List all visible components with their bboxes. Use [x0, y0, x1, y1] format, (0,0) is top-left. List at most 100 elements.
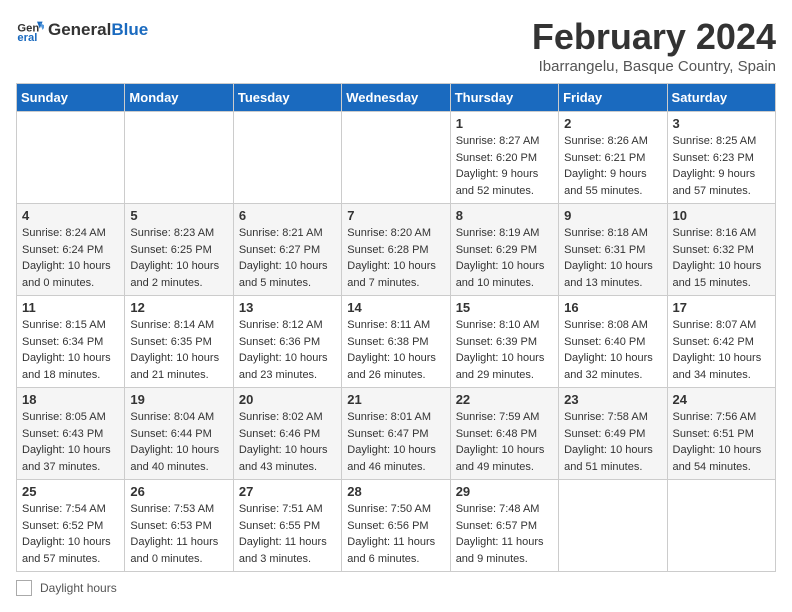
day-number: 13 [239, 300, 336, 315]
week-row-2: 4Sunrise: 8:24 AM Sunset: 6:24 PM Daylig… [17, 204, 776, 296]
day-cell: 25 Sunrise: 7:54 AM Sunset: 6:52 PM Dayli… [17, 480, 125, 572]
header-cell-thursday: Thursday [450, 84, 558, 112]
day-cell: 11 Sunrise: 8:15 AM Sunset: 6:34 PM Dayli… [17, 296, 125, 388]
day-number: 23 [564, 392, 661, 407]
day-cell: 20Sunrise: 8:02 AM Sunset: 6:46 PM Dayli… [233, 388, 341, 480]
day-info: Sunrise: 8:02 AM Sunset: 6:46 PM Dayligh… [239, 409, 336, 475]
day-cell [125, 112, 233, 204]
day-cell: 28Sunrise: 7:50 AM Sunset: 6:56 PM Dayli… [342, 480, 450, 572]
day-cell: 9 Sunrise: 8:18 AM Sunset: 6:31 PM Daylig… [559, 204, 667, 296]
day-number: 17 [673, 300, 770, 315]
footer: Daylight hours [16, 580, 776, 596]
day-info: Sunrise: 8:01 AM Sunset: 6:47 PM Dayligh… [347, 409, 444, 475]
header-cell-wednesday: Wednesday [342, 84, 450, 112]
day-cell: 12 Sunrise: 8:14 AM Sunset: 6:35 PM Dayli… [125, 296, 233, 388]
day-info: Sunrise: 8:16 AM Sunset: 6:32 PM Dayligh… [673, 225, 770, 291]
day-cell: 24Sunrise: 7:56 AM Sunset: 6:51 PM Dayli… [667, 388, 775, 480]
day-cell: 21 Sunrise: 8:01 AM Sunset: 6:47 PM Dayli… [342, 388, 450, 480]
day-number: 1 [456, 116, 553, 131]
day-number: 25 [22, 484, 119, 499]
day-cell: 2 Sunrise: 8:26 AM Sunset: 6:21 PM Daylig… [559, 112, 667, 204]
title-area: February 2024 Ibarrangelu, Basque Countr… [532, 16, 776, 75]
day-info: Sunrise: 8:08 AM Sunset: 6:40 PM Dayligh… [564, 317, 661, 383]
calendar-table: SundayMondayTuesdayWednesdayThursdayFrid… [16, 83, 776, 572]
day-info: Sunrise: 7:56 AM Sunset: 6:51 PM Dayligh… [673, 409, 770, 475]
calendar-header: SundayMondayTuesdayWednesdayThursdayFrid… [17, 84, 776, 112]
day-info: Sunrise: 8:21 AM Sunset: 6:27 PM Dayligh… [239, 225, 336, 291]
header-cell-sunday: Sunday [17, 84, 125, 112]
daylight-box-icon [16, 580, 32, 596]
day-info: Sunrise: 7:54 AM Sunset: 6:52 PM Dayligh… [22, 501, 119, 567]
logo-icon: Gen eral [16, 16, 44, 44]
day-cell: 3 Sunrise: 8:25 AM Sunset: 6:23 PM Daylig… [667, 112, 775, 204]
day-info: Sunrise: 8:24 AM Sunset: 6:24 PM Dayligh… [22, 225, 119, 291]
week-row-5: 25 Sunrise: 7:54 AM Sunset: 6:52 PM Dayli… [17, 480, 776, 572]
day-info: Sunrise: 8:19 AM Sunset: 6:29 PM Dayligh… [456, 225, 553, 291]
day-info: Sunrise: 7:48 AM Sunset: 6:57 PM Dayligh… [456, 501, 553, 567]
day-number: 6 [239, 208, 336, 223]
day-number: 29 [456, 484, 553, 499]
day-info: Sunrise: 8:11 AM Sunset: 6:38 PM Dayligh… [347, 317, 444, 383]
day-number: 22 [456, 392, 553, 407]
day-info: Sunrise: 8:10 AM Sunset: 6:39 PM Dayligh… [456, 317, 553, 383]
daylight-label: Daylight hours [40, 581, 117, 595]
day-number: 2 [564, 116, 661, 131]
day-number: 21 [347, 392, 444, 407]
header-cell-tuesday: Tuesday [233, 84, 341, 112]
day-number: 12 [130, 300, 227, 315]
day-cell: 23 Sunrise: 7:58 AM Sunset: 6:49 PM Dayli… [559, 388, 667, 480]
day-cell: 26Sunrise: 7:53 AM Sunset: 6:53 PM Dayli… [125, 480, 233, 572]
day-info: Sunrise: 8:14 AM Sunset: 6:35 PM Dayligh… [130, 317, 227, 383]
day-number: 3 [673, 116, 770, 131]
day-info: Sunrise: 8:25 AM Sunset: 6:23 PM Dayligh… [673, 133, 770, 199]
day-info: Sunrise: 8:27 AM Sunset: 6:20 PM Dayligh… [456, 133, 553, 199]
week-row-1: 1 Sunrise: 8:27 AM Sunset: 6:20 PM Daylig… [17, 112, 776, 204]
page-subtitle: Ibarrangelu, Basque Country, Spain [532, 58, 776, 75]
day-number: 8 [456, 208, 553, 223]
day-info: Sunrise: 8:18 AM Sunset: 6:31 PM Dayligh… [564, 225, 661, 291]
day-info: Sunrise: 7:51 AM Sunset: 6:55 PM Dayligh… [239, 501, 336, 567]
day-info: Sunrise: 8:26 AM Sunset: 6:21 PM Dayligh… [564, 133, 661, 199]
day-number: 7 [347, 208, 444, 223]
svg-text:eral: eral [17, 32, 37, 44]
day-cell [342, 112, 450, 204]
day-cell: 18 Sunrise: 8:05 AM Sunset: 6:43 PM Dayli… [17, 388, 125, 480]
day-cell: 8 Sunrise: 8:19 AM Sunset: 6:29 PM Daylig… [450, 204, 558, 296]
day-cell: 22 Sunrise: 7:59 AM Sunset: 6:48 PM Dayli… [450, 388, 558, 480]
day-cell: 1 Sunrise: 8:27 AM Sunset: 6:20 PM Daylig… [450, 112, 558, 204]
day-info: Sunrise: 7:59 AM Sunset: 6:48 PM Dayligh… [456, 409, 553, 475]
day-number: 19 [130, 392, 227, 407]
day-number: 15 [456, 300, 553, 315]
day-cell: 5 Sunrise: 8:23 AM Sunset: 6:25 PM Daylig… [125, 204, 233, 296]
day-number: 26 [130, 484, 227, 499]
day-cell: 13 Sunrise: 8:12 AM Sunset: 6:36 PM Dayli… [233, 296, 341, 388]
day-number: 18 [22, 392, 119, 407]
day-cell [559, 480, 667, 572]
day-info: Sunrise: 8:15 AM Sunset: 6:34 PM Dayligh… [22, 317, 119, 383]
day-number: 14 [347, 300, 444, 315]
header-cell-friday: Friday [559, 84, 667, 112]
day-info: Sunrise: 8:12 AM Sunset: 6:36 PM Dayligh… [239, 317, 336, 383]
week-row-4: 18 Sunrise: 8:05 AM Sunset: 6:43 PM Dayli… [17, 388, 776, 480]
day-info: Sunrise: 7:50 AM Sunset: 6:56 PM Dayligh… [347, 501, 444, 567]
day-info: Sunrise: 8:04 AM Sunset: 6:44 PM Dayligh… [130, 409, 227, 475]
day-info: Sunrise: 8:23 AM Sunset: 6:25 PM Dayligh… [130, 225, 227, 291]
day-cell [667, 480, 775, 572]
day-number: 9 [564, 208, 661, 223]
day-info: Sunrise: 7:58 AM Sunset: 6:49 PM Dayligh… [564, 409, 661, 475]
week-row-3: 11 Sunrise: 8:15 AM Sunset: 6:34 PM Dayli… [17, 296, 776, 388]
day-cell: 27Sunrise: 7:51 AM Sunset: 6:55 PM Dayli… [233, 480, 341, 572]
page-title: February 2024 [532, 16, 776, 58]
day-cell: 14 Sunrise: 8:11 AM Sunset: 6:38 PM Dayli… [342, 296, 450, 388]
day-info: Sunrise: 8:05 AM Sunset: 6:43 PM Dayligh… [22, 409, 119, 475]
header-row: SundayMondayTuesdayWednesdayThursdayFrid… [17, 84, 776, 112]
day-number: 11 [22, 300, 119, 315]
logo-general: General [48, 20, 111, 39]
day-number: 5 [130, 208, 227, 223]
day-cell [17, 112, 125, 204]
day-cell: 19 Sunrise: 8:04 AM Sunset: 6:44 PM Dayli… [125, 388, 233, 480]
calendar-body: 1 Sunrise: 8:27 AM Sunset: 6:20 PM Daylig… [17, 112, 776, 572]
day-cell: 16Sunrise: 8:08 AM Sunset: 6:40 PM Dayli… [559, 296, 667, 388]
day-number: 10 [673, 208, 770, 223]
header: Gen eral GeneralBlue February 2024 Ibarr… [16, 16, 776, 75]
